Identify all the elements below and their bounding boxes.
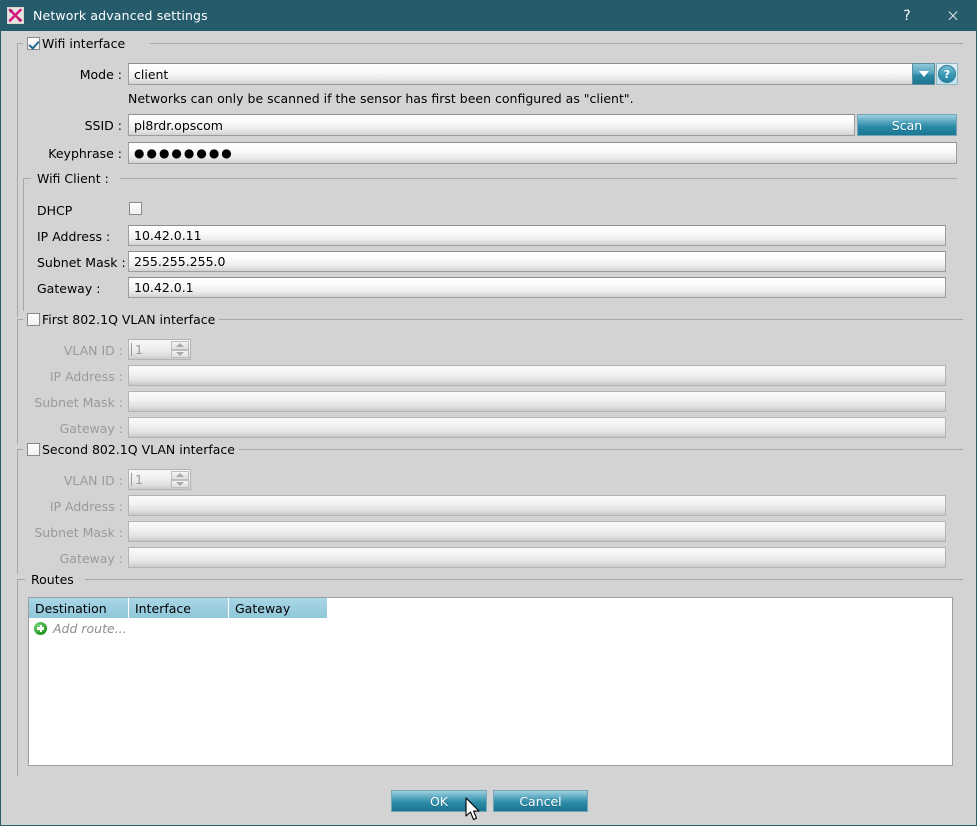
triangle-up-icon xyxy=(176,343,184,348)
mode-combo[interactable]: client xyxy=(128,63,931,85)
vlan2-gateway-label: Gateway : xyxy=(59,551,123,566)
routes-label: Routes xyxy=(31,571,74,587)
ssid-label: SSID : xyxy=(84,118,122,133)
keyphrase-label: Keyphrase : xyxy=(48,146,122,161)
wifi-interface-checkbox[interactable] xyxy=(27,36,40,50)
cancel-button[interactable]: Cancel xyxy=(493,790,588,812)
vlan1-mask-input[interactable] xyxy=(128,391,946,412)
vlan2-ip-label: IP Address : xyxy=(49,499,123,514)
dhcp-checkbox[interactable] xyxy=(129,202,142,215)
vlan1-gateway-label: Gateway : xyxy=(59,421,123,436)
wifi-client-group: Wifi Client : DHCP IP Address : 10.42.0.… xyxy=(23,170,957,317)
wifi-client-label: Wifi Client : xyxy=(37,170,109,186)
vlan2-ip-input[interactable] xyxy=(128,495,946,516)
spinner-up-button[interactable] xyxy=(171,471,189,480)
vlan2-group: Second 802.1Q VLAN interface VLAN ID : 1… xyxy=(17,441,963,574)
vlan1-spinner-buttons xyxy=(171,341,189,358)
mode-label: Mode : xyxy=(79,67,122,82)
question-mark-icon: ? xyxy=(938,65,956,83)
title-bar-buttons: ? × xyxy=(884,0,976,31)
title-bar: Network advanced settings ? × xyxy=(1,0,976,31)
vlan1-ip-label: IP Address : xyxy=(49,369,123,384)
vlan2-mask-input[interactable] xyxy=(128,521,946,542)
wifi-gateway-label: Gateway : xyxy=(37,281,101,296)
wifi-mask-label: Subnet Mask : xyxy=(37,255,126,270)
dialog-content: Wifi interface Mode : client ? Networks … xyxy=(1,31,976,825)
vlan2-id-spinner[interactable]: 1 xyxy=(128,469,191,490)
network-advanced-settings-dialog: Network advanced settings ? × Wifi inter… xyxy=(0,0,977,826)
wifi-client-legend: Wifi Client : xyxy=(31,170,113,186)
vlan2-checkbox[interactable] xyxy=(27,442,40,456)
help-icon[interactable]: ? xyxy=(884,0,930,31)
vlan1-id-spinner[interactable]: 1 xyxy=(128,339,191,360)
keyphrase-input[interactable]: ●●●●●●●● xyxy=(128,142,957,164)
wifi-interface-legend: Wifi interface xyxy=(23,35,130,51)
routes-legend: Routes xyxy=(25,571,78,587)
vlan2-label: Second 802.1Q VLAN interface xyxy=(42,441,235,457)
close-icon[interactable]: × xyxy=(930,0,976,31)
triangle-down-icon xyxy=(176,351,184,356)
wifi-ip-input[interactable]: 10.42.0.11 xyxy=(128,225,946,246)
spinner-down-button[interactable] xyxy=(171,349,189,358)
chevron-down-icon xyxy=(918,71,929,77)
window-title: Network advanced settings xyxy=(33,8,208,23)
vlan1-checkbox[interactable] xyxy=(27,312,40,326)
vlan1-gateway-input[interactable] xyxy=(128,417,946,438)
column-header-destination[interactable]: Destination xyxy=(29,598,129,618)
vlan1-label: First 802.1Q VLAN interface xyxy=(42,311,216,327)
vlan2-id-value: 1 xyxy=(135,472,143,487)
ssid-input[interactable]: pl8rdr.opscom xyxy=(128,114,855,136)
mode-hint-text: Networks can only be scanned if the sens… xyxy=(128,91,634,106)
plus-circle-icon xyxy=(34,621,47,635)
vlan1-legend: First 802.1Q VLAN interface xyxy=(23,311,220,327)
add-route-label: Add route... xyxy=(53,620,127,636)
vlan2-mask-label: Subnet Mask : xyxy=(34,525,123,540)
wifi-interface-label: Wifi interface xyxy=(42,35,126,51)
vlan1-id-value: 1 xyxy=(135,342,143,357)
triangle-down-icon xyxy=(176,481,184,486)
column-header-gateway[interactable]: Gateway xyxy=(229,598,328,618)
scan-button[interactable]: Scan xyxy=(857,114,957,136)
mode-help-button[interactable]: ? xyxy=(936,63,958,85)
routes-group: Routes Destination Interface Gateway Add… xyxy=(17,571,963,776)
triangle-up-icon xyxy=(176,473,184,478)
keyphrase-value: ●●●●●●●● xyxy=(134,146,234,160)
tools-icon xyxy=(7,7,24,24)
vlan2-spinner-buttons xyxy=(171,471,189,488)
dhcp-label: DHCP xyxy=(37,203,73,218)
vlan1-group: First 802.1Q VLAN interface VLAN ID : 1 … xyxy=(17,311,963,444)
add-route-row[interactable]: Add route... xyxy=(29,618,952,638)
wifi-gateway-input[interactable]: 10.42.0.1 xyxy=(128,277,946,298)
wifi-interface-group: Wifi interface Mode : client ? Networks … xyxy=(17,35,963,317)
spinner-up-button[interactable] xyxy=(171,341,189,350)
vlan2-legend: Second 802.1Q VLAN interface xyxy=(23,441,239,457)
vlan1-ip-input[interactable] xyxy=(128,365,946,386)
column-header-interface[interactable]: Interface xyxy=(129,598,229,618)
vlan1-mask-label: Subnet Mask : xyxy=(34,395,123,410)
routes-table-header: Destination Interface Gateway xyxy=(29,598,952,618)
ok-button[interactable]: OK xyxy=(391,790,487,812)
wifi-ip-label: IP Address : xyxy=(37,229,111,244)
routes-table[interactable]: Destination Interface Gateway Add route.… xyxy=(28,597,953,766)
vlan2-id-label: VLAN ID : xyxy=(63,473,123,488)
vlan1-id-label: VLAN ID : xyxy=(63,343,123,358)
vlan2-gateway-input[interactable] xyxy=(128,547,946,568)
mode-combo-arrow[interactable] xyxy=(912,63,935,85)
spinner-down-button[interactable] xyxy=(171,479,189,488)
wifi-mask-input[interactable]: 255.255.255.0 xyxy=(128,251,946,272)
